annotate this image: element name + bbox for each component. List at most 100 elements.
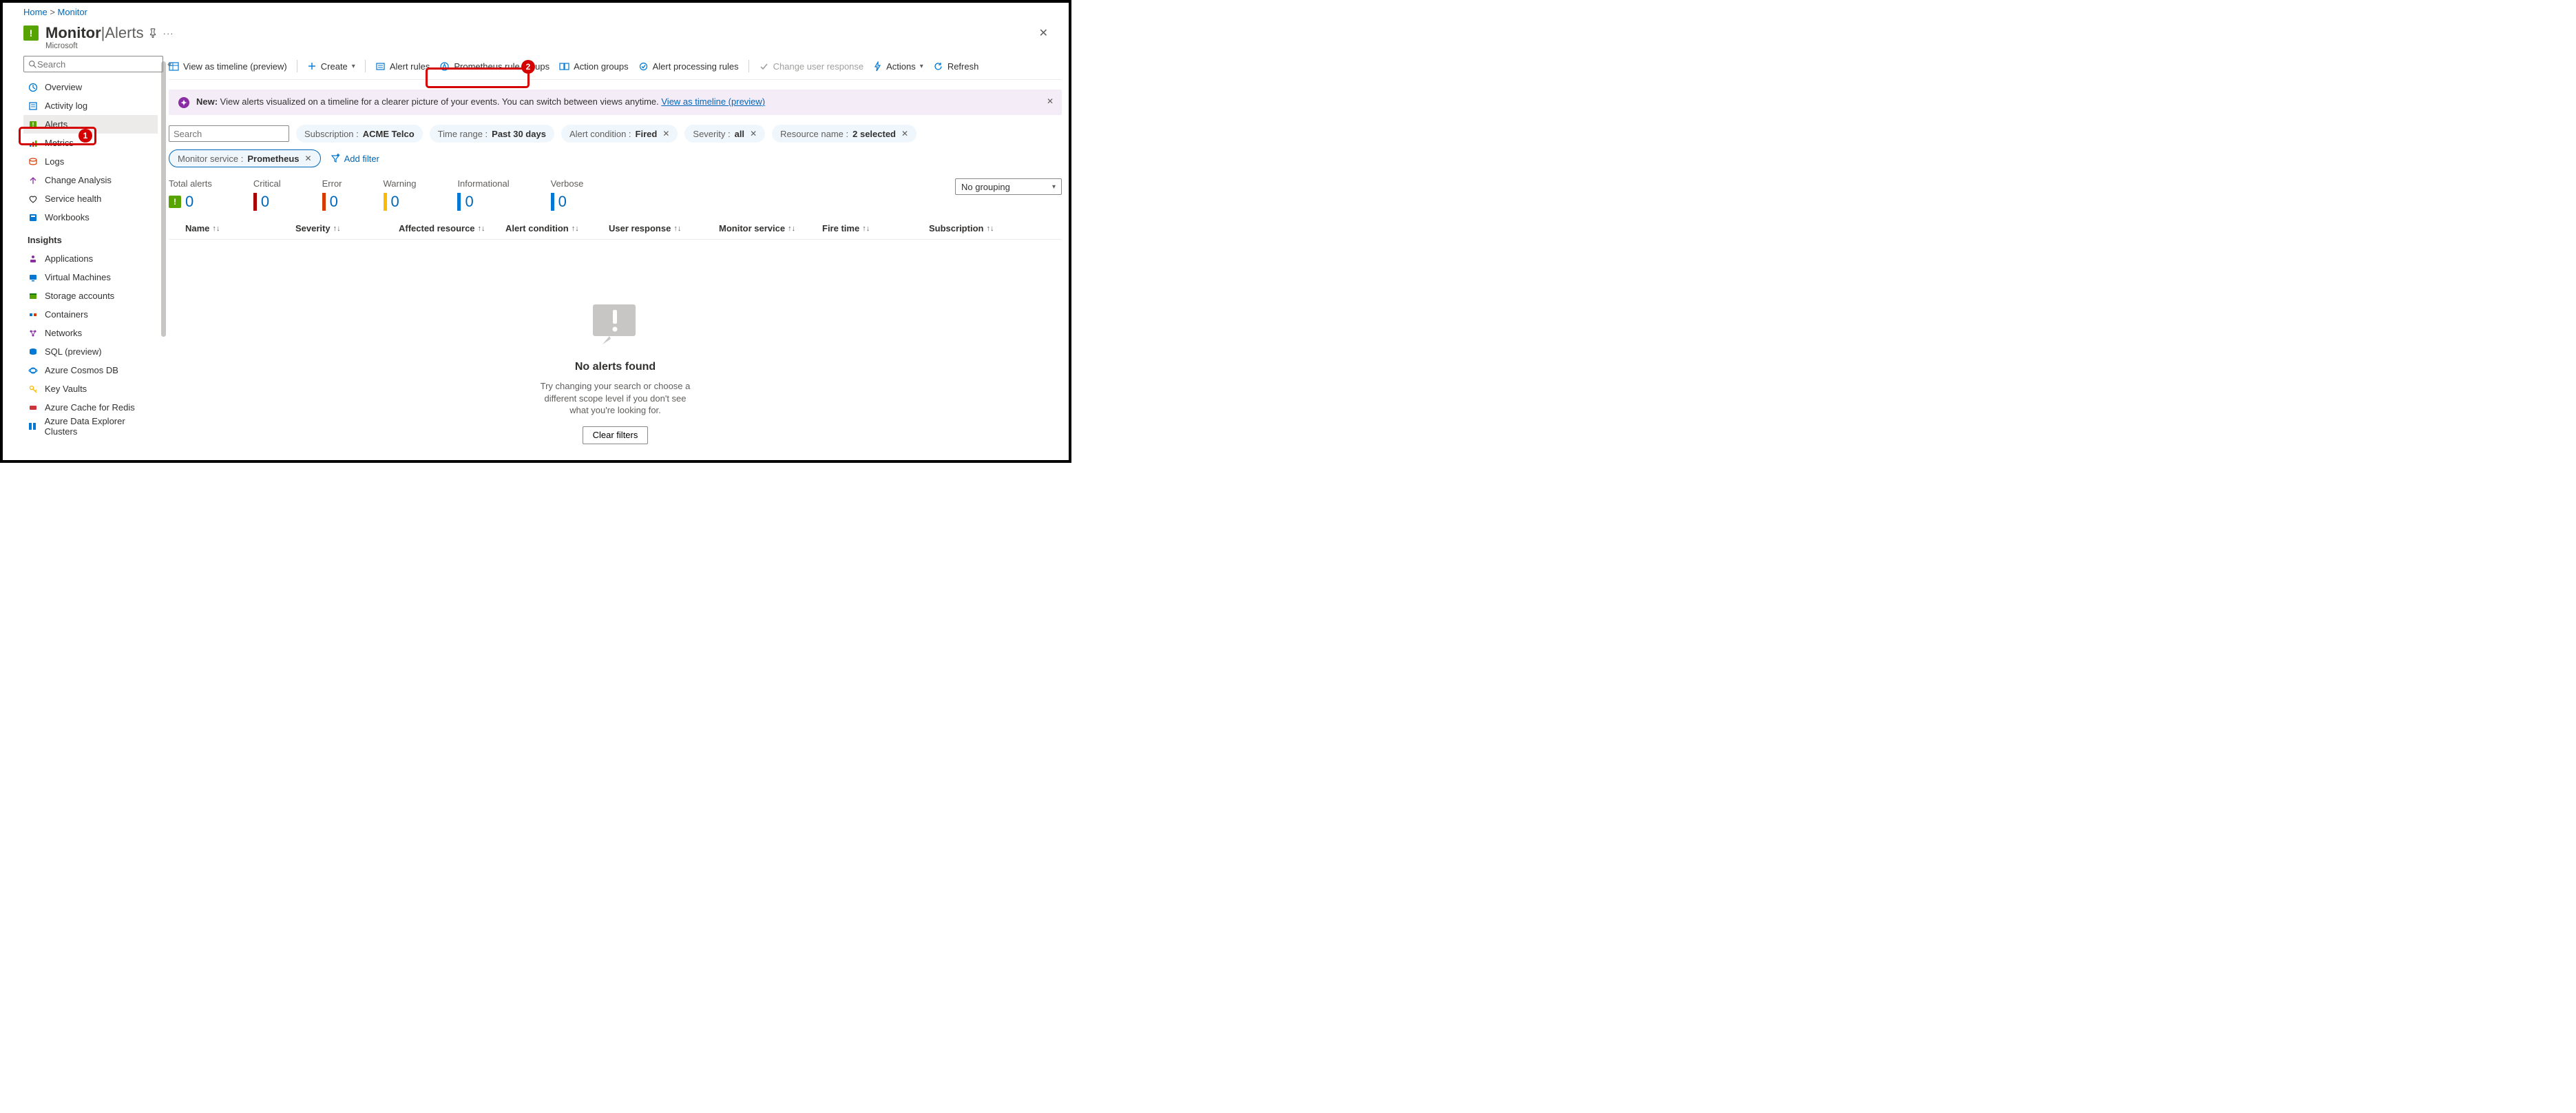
sidebar-item-cosmos-db[interactable]: Azure Cosmos DB [23, 361, 158, 379]
toolbar-alert-rules[interactable]: Alert rules [375, 61, 430, 72]
filter-pill-2[interactable]: Alert condition : Fired✕ [561, 125, 678, 143]
breadcrumb-sep: > [50, 7, 57, 17]
sidebar-item-service-health[interactable]: Service health [23, 189, 158, 208]
grouping-select[interactable]: No grouping ▾ [955, 178, 1062, 195]
sidebar-item-activity-log[interactable]: Activity log [23, 96, 158, 115]
sidebar-item-label: Logs [45, 156, 64, 167]
lightning-icon [873, 61, 882, 72]
annotation-badge-2: 2 [521, 60, 535, 74]
processing-rules-icon [638, 61, 649, 72]
sidebar-item-storage-accounts[interactable]: Storage accounts [23, 287, 158, 305]
toolbar-create[interactable]: Create ▾ [307, 61, 355, 72]
metric-error[interactable]: Error0 [322, 178, 342, 211]
alerts-search-input[interactable] [174, 129, 295, 139]
filter-pill-1[interactable]: Time range : Past 30 days [430, 125, 554, 143]
column-subscription[interactable]: Subscription↑↓ [929, 223, 1012, 233]
overview-icon [28, 83, 38, 92]
clear-filters-button[interactable]: Clear filters [583, 426, 649, 444]
sidebar-search-input[interactable] [37, 59, 158, 70]
severity-bar [322, 193, 326, 211]
banner-link[interactable]: View as timeline (preview) [661, 96, 765, 107]
page-title-main: Monitor [45, 24, 101, 42]
sidebar-item-virtual-machines[interactable]: Virtual Machines [23, 268, 158, 287]
toolbar-actions[interactable]: Actions ▾ [873, 61, 923, 72]
sort-icon: ↑↓ [862, 225, 870, 233]
filter-icon [331, 154, 340, 163]
networks-icon [28, 329, 38, 338]
column-affected-resource[interactable]: Affected resource↑↓ [399, 223, 505, 233]
filter-pill-3[interactable]: Severity : all✕ [684, 125, 765, 143]
sidebar-section-insights: Insights [23, 227, 158, 249]
filter-pill-4[interactable]: Resource name : 2 selected✕ [772, 125, 917, 143]
sidebar-item-label: Alerts [45, 119, 67, 129]
collapse-sidebar-icon[interactable]: « [167, 59, 172, 69]
remove-filter-icon[interactable]: ✕ [750, 129, 757, 138]
alerts-icon: ! [28, 120, 38, 129]
sidebar-item-data-explorer[interactable]: Azure Data Explorer Clusters [23, 417, 158, 435]
sidebar-item-change-analysis[interactable]: Change Analysis [23, 171, 158, 189]
severity-bar [253, 193, 257, 211]
page-header: ! Monitor | Alerts ··· ✕ [3, 21, 1069, 42]
filter-pill-5[interactable]: Monitor service : Prometheus✕ [169, 149, 321, 167]
toolbar-processing-rules[interactable]: Alert processing rules [638, 61, 739, 72]
column-monitor-service[interactable]: Monitor service↑↓ [719, 223, 822, 233]
column-severity[interactable]: Severity↑↓ [295, 223, 399, 233]
sidebar-search[interactable] [23, 56, 163, 72]
metric-total-alerts[interactable]: Total alerts!0 [169, 178, 212, 211]
more-icon[interactable]: ··· [163, 28, 174, 39]
metric-verbose[interactable]: Verbose0 [551, 178, 584, 211]
sidebar-item-key-vaults[interactable]: Key Vaults [23, 379, 158, 398]
redis-icon [28, 403, 38, 413]
filter-pill-0[interactable]: Subscription : ACME Telco [296, 125, 423, 143]
sidebar-item-containers[interactable]: Containers [23, 305, 158, 324]
column-name[interactable]: Name↑↓ [185, 223, 295, 233]
metrics-summary: Total alerts!0 Critical0 Error0 Warning0 Inf… [169, 178, 1062, 211]
toolbar-action-groups[interactable]: Action groups [559, 61, 629, 72]
banner-close-icon[interactable]: ✕ [1047, 96, 1054, 106]
cosmos-icon [28, 366, 38, 375]
sidebar-item-workbooks[interactable]: Workbooks [23, 208, 158, 227]
remove-filter-icon[interactable]: ✕ [901, 129, 908, 138]
breadcrumb-home[interactable]: Home [23, 7, 48, 17]
check-icon [759, 61, 769, 72]
scrollbar-thumb[interactable] [161, 61, 166, 337]
pin-icon[interactable] [148, 28, 158, 38]
breadcrumb-monitor[interactable]: Monitor [58, 7, 87, 17]
remove-filter-icon[interactable]: ✕ [305, 154, 312, 163]
severity-bar [384, 193, 387, 211]
sidebar-scrollbar[interactable] [158, 56, 169, 454]
sidebar-item-azure-cache-redis[interactable]: Azure Cache for Redis [23, 398, 158, 417]
sort-icon: ↑↓ [478, 225, 485, 233]
containers-icon [28, 310, 38, 320]
metric-critical[interactable]: Critical0 [253, 178, 281, 211]
toolbar-change-response: Change user response [759, 61, 864, 72]
metric-warning[interactable]: Warning0 [384, 178, 417, 211]
column-alert-condition[interactable]: Alert condition↑↓ [505, 223, 609, 233]
search-icon [28, 60, 37, 69]
remove-filter-icon[interactable]: ✕ [662, 129, 669, 138]
add-filter-button[interactable]: Add filter [331, 154, 379, 164]
empty-title: No alerts found [575, 361, 656, 373]
sidebar-item-label: Applications [45, 253, 93, 264]
sidebar-item-networks[interactable]: Networks [23, 324, 158, 342]
sidebar-item-logs[interactable]: Logs [23, 152, 158, 171]
sidebar-item-overview[interactable]: Overview [23, 78, 158, 96]
logs-icon [28, 157, 38, 167]
sidebar-item-label: Metrics [45, 138, 74, 148]
sidebar-item-applications[interactable]: Applications [23, 249, 158, 268]
toolbar-view-timeline[interactable]: View as timeline (preview) [169, 61, 287, 72]
severity-bar [457, 193, 461, 211]
sidebar-item-sql[interactable]: SQL (preview) [23, 342, 158, 361]
metric-informational[interactable]: Informational0 [457, 178, 509, 211]
vm-icon [28, 273, 38, 282]
sql-icon [28, 347, 38, 357]
sort-icon: ↑↓ [673, 225, 681, 233]
column-user-response[interactable]: User response↑↓ [609, 223, 719, 233]
workbooks-icon [28, 213, 38, 222]
toolbar-sep [365, 60, 366, 72]
sidebar-item-label: Activity log [45, 101, 87, 111]
column-fire-time[interactable]: Fire time↑↓ [822, 223, 929, 233]
toolbar-refresh[interactable]: Refresh [933, 61, 979, 72]
close-blade-icon[interactable]: ✕ [1039, 26, 1048, 40]
alerts-search[interactable] [169, 125, 289, 142]
